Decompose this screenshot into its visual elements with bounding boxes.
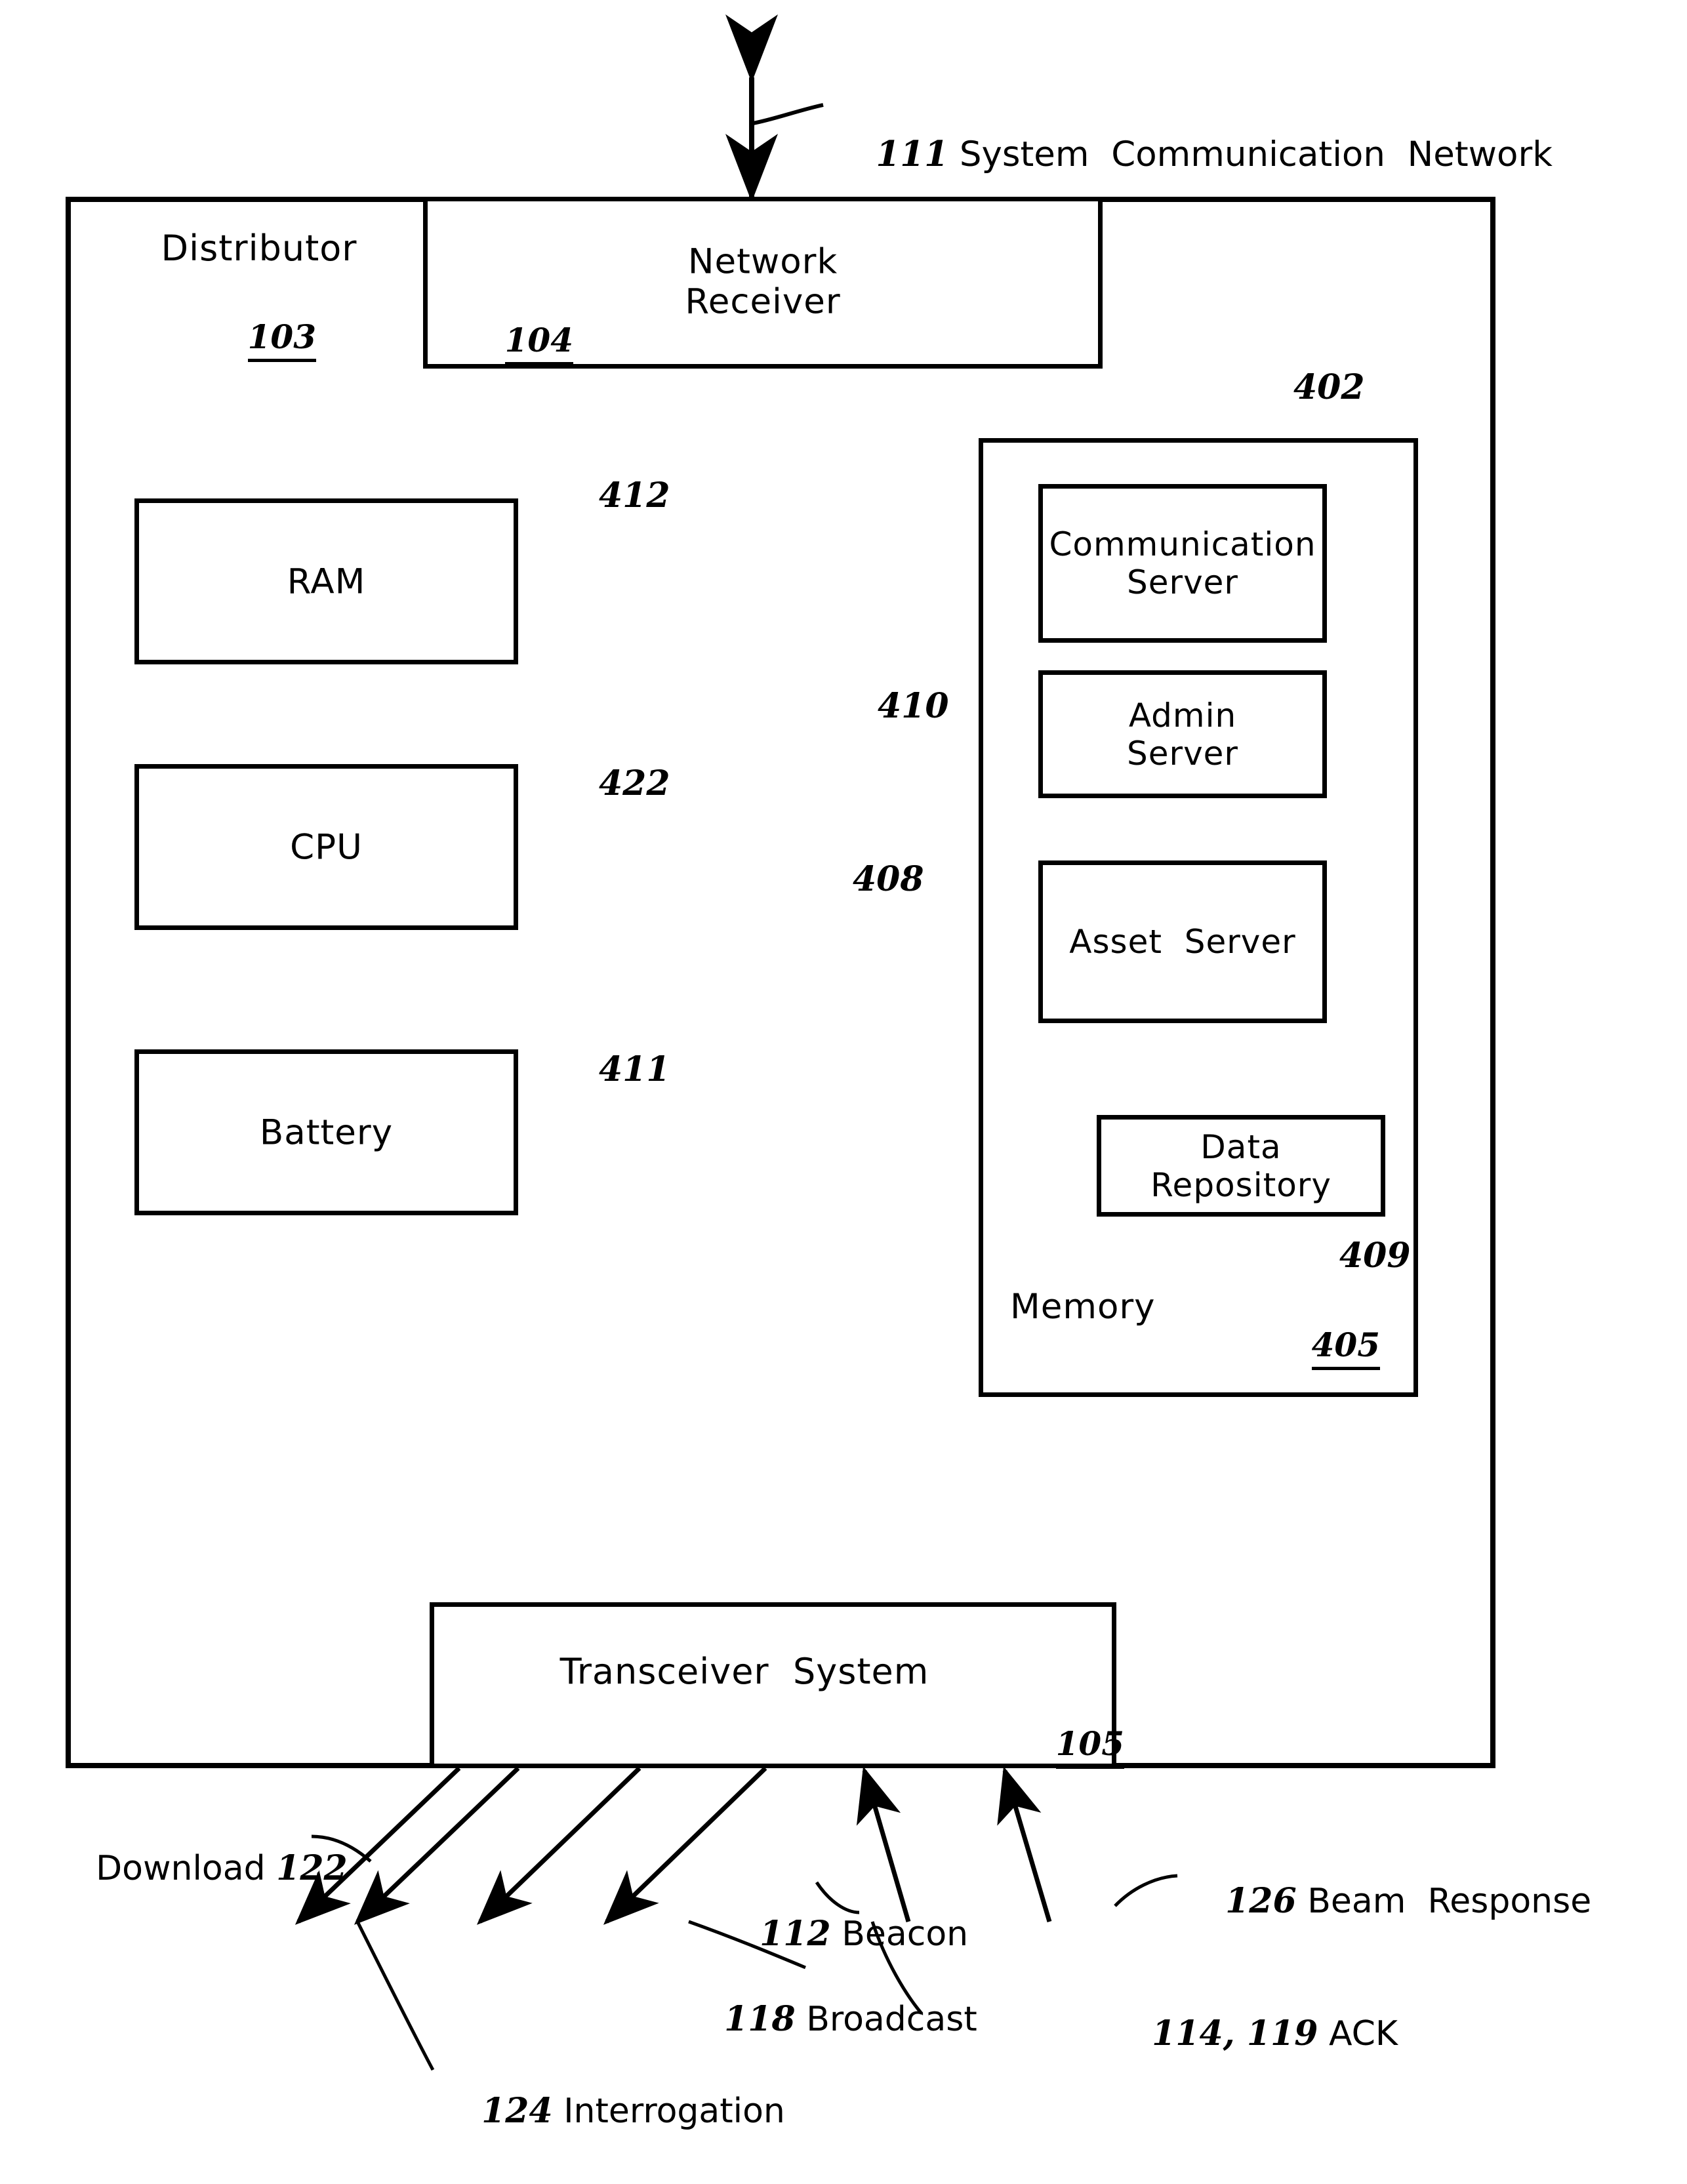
transceiver-system-numeral: 105 xyxy=(1010,1686,1125,1802)
callout-beam-response-numeral: 126 xyxy=(1225,1881,1297,1921)
communication-server-label: Communication Server xyxy=(1049,525,1316,601)
callout-beam-response-caption: Beam Response xyxy=(1296,1882,1592,1921)
callout-interrogation-numeral: 124 xyxy=(481,2091,553,2131)
leader-126 xyxy=(1114,1874,1178,1907)
cpu-numeral: 422 xyxy=(599,763,670,803)
communication-server-numeral: 402 xyxy=(1293,367,1365,407)
network-receiver-numeral: 104 xyxy=(459,282,574,398)
ram-label: RAM xyxy=(287,561,366,602)
callout-download-numeral: 122 xyxy=(276,1848,348,1888)
leader-111 xyxy=(752,103,824,125)
beam-beacon xyxy=(476,1766,641,1925)
battery-numeral: 411 xyxy=(599,1049,670,1089)
callout-beacon-caption: Beacon xyxy=(830,1914,969,1954)
callout-interrogation-caption: Interrogation xyxy=(552,2092,785,2131)
callout-download: Download 122 xyxy=(52,1809,348,1928)
callout-ack: 114, 119 ACK xyxy=(1108,1974,1398,2093)
ram-numeral: 412 xyxy=(599,475,670,516)
cpu-label: CPU xyxy=(290,827,363,868)
callout-ack-numeral: 114, 119 xyxy=(1152,2013,1318,2053)
callout-beacon-numeral: 112 xyxy=(760,1914,831,1954)
asset-server-label: Asset Server xyxy=(1069,923,1296,961)
patent-figure: 111 System Communication Network Distrib… xyxy=(0,0,1687,2184)
memory-label: Memory xyxy=(1010,1287,1156,1327)
leader-124 xyxy=(356,1920,435,2071)
battery-label: Battery xyxy=(259,1112,394,1153)
data-repository-numeral: 409 xyxy=(1339,1236,1411,1276)
callout-111-caption: System Communication Network xyxy=(948,134,1553,174)
callout-broadcast-numeral: 118 xyxy=(724,1999,796,2039)
callout-ack-caption: ACK xyxy=(1318,2014,1398,2053)
asset-server-numeral: 408 xyxy=(853,859,924,899)
admin-server-label: Admin Server xyxy=(1127,697,1238,773)
callout-111-numeral: 111 xyxy=(876,134,949,174)
data-repository-label: Data Repository xyxy=(1150,1128,1331,1204)
callout-download-caption: Download xyxy=(96,1849,277,1888)
memory-numeral: 405 xyxy=(1266,1287,1381,1403)
admin-server-numeral: 410 xyxy=(878,686,949,726)
callout-beam-response: 126 Beam Response xyxy=(1182,1842,1591,1960)
callout-broadcast: 118 Broadcast xyxy=(681,1960,977,2078)
distributor-numeral: 103 xyxy=(105,279,413,395)
callout-broadcast-caption: Broadcast xyxy=(795,2000,977,2039)
distributor-title: Distributor xyxy=(161,228,357,269)
transceiver-system-label: Transceiver System xyxy=(559,1651,929,1692)
